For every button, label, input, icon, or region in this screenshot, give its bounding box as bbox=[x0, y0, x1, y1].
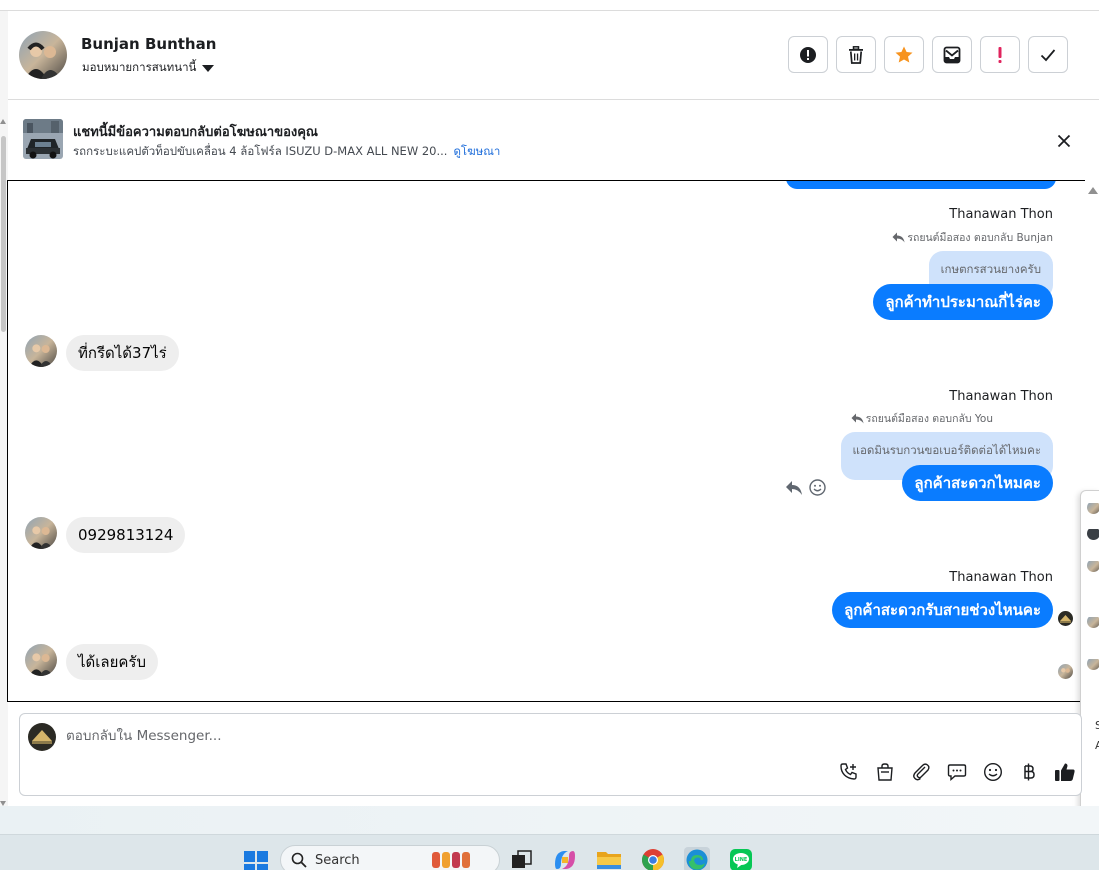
contact-seen-avatar bbox=[1058, 664, 1073, 679]
mark-done-button[interactable] bbox=[1028, 36, 1068, 73]
reply-note: รถยนต์มือสอง ตอบกลับ You bbox=[851, 410, 993, 427]
avatar[interactable] bbox=[1087, 657, 1099, 670]
paperclip-icon[interactable] bbox=[910, 761, 932, 783]
scroll-up-arrow-icon[interactable] bbox=[0, 119, 6, 124]
ad-reply-banner: แชทนี้มีข้อความตอบกลับต่อโฆษณาของคุณ รถก… bbox=[8, 101, 1099, 179]
caret-down-icon bbox=[202, 64, 215, 72]
copilot-icon[interactable] bbox=[552, 847, 578, 870]
view-ad-link[interactable]: ดูโฆษณา bbox=[453, 144, 500, 158]
phone-plus-icon[interactable] bbox=[838, 761, 860, 783]
reply-arrow-icon bbox=[892, 232, 905, 243]
message-hover-actions bbox=[785, 479, 826, 496]
ad-thumbnail[interactable] bbox=[23, 119, 63, 159]
reply-note: รถยนต์มือสอง ตอบกลับ Bunjan bbox=[892, 229, 1053, 246]
reply-note-text: รถยนต์มือสอง ตอบกลับ Bunjan bbox=[907, 232, 1053, 244]
message-bubble[interactable]: ได้เลยครับ bbox=[66, 644, 159, 680]
avatar[interactable] bbox=[1087, 501, 1099, 514]
exclamation-icon bbox=[998, 46, 1002, 63]
avatar[interactable] bbox=[25, 335, 57, 367]
scroll-thumb[interactable] bbox=[1, 136, 6, 332]
star-icon bbox=[895, 46, 913, 62]
message-sender: Thanawan Thon bbox=[949, 207, 1053, 222]
windows-start-icon[interactable] bbox=[244, 851, 268, 870]
taskbar-search[interactable]: Search bbox=[280, 845, 500, 870]
check-icon bbox=[1040, 48, 1056, 61]
mark-unread-button[interactable] bbox=[932, 36, 972, 73]
emoji-icon[interactable] bbox=[982, 761, 1004, 783]
header-actions bbox=[788, 36, 1068, 73]
search-label: Search bbox=[315, 852, 360, 868]
message-bubble[interactable]: ลูกค้าสะดวกรับสายช่วงไหนคะ bbox=[832, 592, 1053, 628]
top-strip bbox=[0, 0, 1099, 11]
avatar[interactable] bbox=[19, 31, 67, 79]
chrome-icon[interactable] bbox=[640, 847, 666, 870]
task-view-icon[interactable] bbox=[508, 847, 534, 870]
message-bubble[interactable]: ลูกค้าสะดวกไหมคะ bbox=[902, 465, 1053, 501]
baht-icon[interactable] bbox=[1018, 761, 1040, 783]
avatar[interactable] bbox=[1087, 527, 1099, 540]
alert-circle-icon bbox=[800, 46, 816, 63]
panel-text: S bbox=[1095, 719, 1099, 732]
reply-arrow-icon bbox=[851, 413, 864, 424]
message-sender: Thanawan Thon bbox=[949, 570, 1053, 585]
scroll-up-arrow-icon[interactable] bbox=[1088, 187, 1098, 194]
trash-icon bbox=[849, 45, 863, 64]
shopping-bag-icon[interactable] bbox=[874, 761, 896, 783]
taskbar: Search LINE bbox=[0, 834, 1099, 870]
avatar[interactable] bbox=[1087, 615, 1099, 628]
message-composer bbox=[19, 713, 1082, 796]
search-icon bbox=[291, 852, 307, 868]
delete-button[interactable] bbox=[836, 36, 876, 73]
message-bubble[interactable]: ลูกค้าทำประมาณกี่ไร่คะ bbox=[873, 284, 1053, 320]
mark-spam-button[interactable] bbox=[980, 36, 1020, 73]
message-bubble-partial[interactable] bbox=[786, 181, 1056, 189]
ad-banner-description: รถกระบะแคปตัวท็อปขับเคลื่อน 4 ล้อโฟร์ล I… bbox=[73, 143, 500, 161]
chat-bubble-icon[interactable] bbox=[946, 761, 968, 783]
emoji-reaction-icon[interactable] bbox=[809, 479, 826, 496]
avatar[interactable] bbox=[25, 644, 57, 676]
contact-name[interactable]: Bunjan Bunthan bbox=[81, 35, 216, 53]
panel-text: A bbox=[1095, 739, 1099, 752]
search-highlight-icon bbox=[431, 852, 470, 868]
assign-label: มอบหมายการสนทนานี้ bbox=[82, 60, 197, 74]
file-explorer-icon[interactable] bbox=[596, 847, 622, 870]
line-icon[interactable]: LINE bbox=[728, 847, 754, 870]
message-bubble[interactable]: 0929813124 bbox=[66, 517, 186, 553]
reply-note-text: รถยนต์มือสอง ตอบกลับ You bbox=[865, 413, 993, 425]
reply-icon[interactable] bbox=[785, 480, 803, 496]
thumbs-up-icon[interactable] bbox=[1054, 761, 1076, 783]
message-bubble[interactable]: ที่กรีดได้37ไร่ bbox=[66, 335, 179, 371]
taskbar-apps: LINE bbox=[508, 847, 754, 870]
page-seen-avatar bbox=[1058, 611, 1073, 626]
reply-input[interactable] bbox=[66, 728, 866, 744]
close-icon bbox=[1057, 134, 1071, 148]
side-panel-fragment[interactable]: S A bbox=[1080, 490, 1099, 822]
assign-conversation-dropdown[interactable]: มอบหมายการสนทนานี้ bbox=[82, 59, 215, 77]
edge-icon[interactable] bbox=[684, 847, 710, 870]
ad-description-text: รถกระบะแคปตัวท็อปขับเคลื่อน 4 ล้อโฟร์ล I… bbox=[73, 144, 448, 158]
avatar[interactable] bbox=[1087, 559, 1099, 572]
svg-text:LINE: LINE bbox=[735, 857, 748, 863]
avatar[interactable] bbox=[25, 517, 57, 549]
message-thread[interactable]: Thanawan Thon รถยนต์มือสอง ตอบกลับ Bunja… bbox=[7, 180, 1092, 702]
composer-tools bbox=[838, 761, 1076, 783]
close-banner-button[interactable] bbox=[1053, 130, 1075, 152]
report-button[interactable] bbox=[788, 36, 828, 73]
ad-banner-title: แชทนี้มีข้อความตอบกลับต่อโฆษณาของคุณ bbox=[73, 125, 318, 140]
desktop-background bbox=[0, 806, 1099, 834]
page-avatar bbox=[28, 723, 56, 751]
mail-archive-icon bbox=[943, 46, 961, 63]
message-sender: Thanawan Thon bbox=[949, 389, 1053, 404]
star-button[interactable] bbox=[884, 36, 924, 73]
conversation-header: Bunjan Bunthan มอบหมายการสนทนานี้ bbox=[8, 11, 1099, 100]
